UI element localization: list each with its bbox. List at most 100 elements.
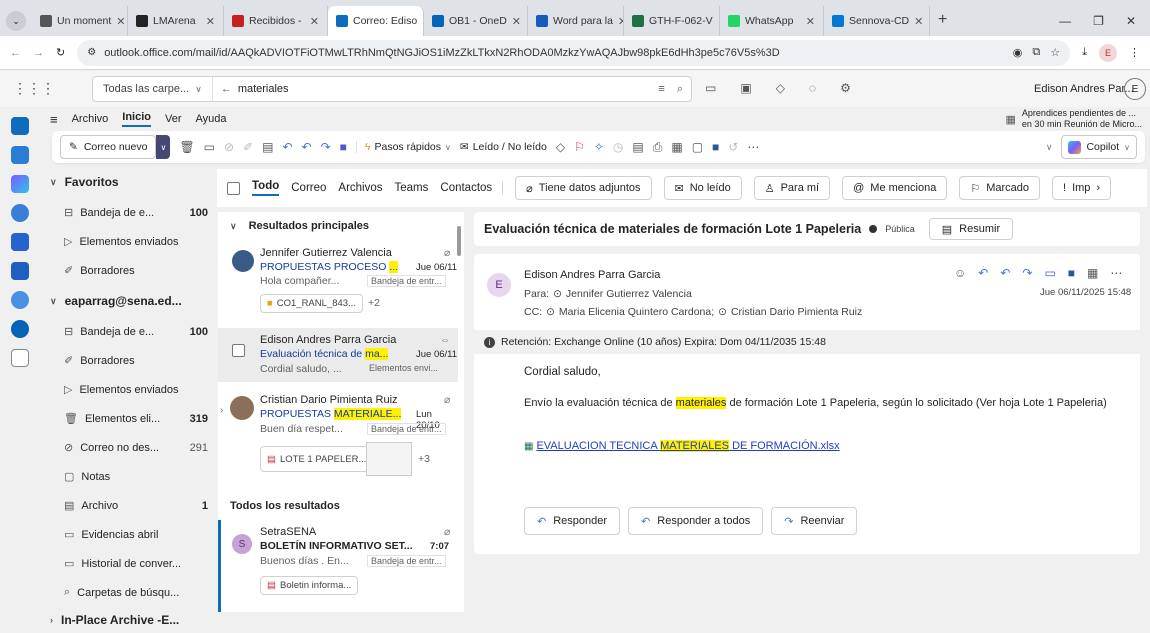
browser-tab[interactable]: WhatsApp ✕	[720, 6, 824, 36]
filter-tab-contactos[interactable]: Contactos	[440, 182, 504, 194]
back-icon[interactable]: ←	[10, 47, 21, 59]
sweep-icon[interactable]: ✐	[243, 140, 253, 154]
reply-all-button[interactable]: ↶ Responder a todos	[628, 507, 764, 535]
chip-attachments[interactable]: ⌀ Tiene datos adjuntos	[515, 176, 652, 200]
flag-icon[interactable]: ⚐	[574, 140, 585, 154]
folder-item[interactable]: ⊟ Bandeja de e... 100	[40, 317, 214, 346]
browser-tab[interactable]: LMArena ✕	[128, 6, 224, 36]
cc-recipient[interactable]: Maria Elicenia Quintero Cardona;	[559, 306, 714, 318]
feedback-icon[interactable]: ◇	[776, 81, 785, 95]
menu-ayuda[interactable]: Ayuda	[196, 113, 227, 125]
user-avatar[interactable]: E	[1124, 78, 1146, 100]
filter-tab-teams[interactable]: Teams	[395, 182, 429, 194]
menu-archivo[interactable]: Archivo	[72, 113, 109, 125]
message-checkbox[interactable]	[232, 344, 245, 357]
archive-action-icon[interactable]: ▭	[204, 140, 215, 154]
apps-grid-icon[interactable]: ▦	[671, 140, 682, 154]
user-name[interactable]: Edison Andres Par...	[1034, 83, 1134, 95]
browser-tab[interactable]: OB1 - OneD ✕	[424, 6, 528, 36]
download-icon[interactable]: ⤓	[1082, 46, 1087, 59]
calendar-icon[interactable]	[11, 146, 29, 164]
reply-icon[interactable]: ↶	[978, 266, 988, 280]
tab-close-icon[interactable]: ✕	[206, 15, 215, 28]
folder-item[interactable]: ▷ Elementos enviados	[40, 227, 214, 256]
settings-gear-icon[interactable]: ⚙	[840, 81, 851, 95]
snooze-icon[interactable]: ◷	[613, 140, 623, 154]
chip-important[interactable]: ! Imp ›	[1052, 176, 1112, 200]
filter-tab-archivos[interactable]: Archivos	[338, 182, 382, 194]
address-bar[interactable]: ⚙ outlook.office.com/mail/id/AAQkADVIOTF…	[77, 39, 1071, 66]
cast-icon[interactable]: ⧉	[1032, 46, 1040, 59]
todo-icon[interactable]	[11, 233, 29, 251]
browser-tab[interactable]: Sennova-CD ✕	[824, 6, 930, 36]
chip-unread[interactable]: ✉ No leído	[663, 176, 742, 200]
favorites-header[interactable]: ∨ Favoritos	[40, 166, 214, 198]
attachment-thumbnail[interactable]	[366, 442, 412, 476]
summarize-button[interactable]: ▤ Resumir	[928, 218, 1014, 240]
tab-search-icon[interactable]: ⌄	[6, 11, 26, 31]
chip-to-me[interactable]: ♙ Para mí	[753, 176, 831, 200]
archive-header[interactable]: › In-Place Archive -E...	[40, 607, 214, 633]
more-apps-icon[interactable]	[11, 349, 29, 367]
menu-inicio[interactable]: Inicio	[122, 111, 152, 127]
reply-all-icon[interactable]: ↶	[302, 140, 312, 154]
forward-icon[interactable]: →	[33, 47, 44, 59]
copilot-button[interactable]: Copilot ∨	[1061, 135, 1137, 159]
folder-item[interactable]: ▷ Elementos enviados	[40, 375, 214, 404]
account-header[interactable]: ∨ eaparrag@sena.ed...	[40, 285, 214, 317]
browser-tab[interactable]: Word para la✕	[528, 6, 624, 36]
reply-icon[interactable]: ↶	[282, 140, 292, 154]
forward-icon[interactable]: ↷	[1022, 266, 1032, 280]
list-scrollbar[interactable]	[457, 226, 461, 256]
browser-tab[interactable]: Un moment ✕	[32, 6, 128, 36]
app-launcher-icon[interactable]: ⋮⋮⋮	[13, 80, 55, 97]
more-options-icon[interactable]: ⋯	[747, 140, 759, 154]
attachment-chip[interactable]: ▤ Boletin informa...	[260, 576, 359, 595]
tab-close-icon[interactable]: ✕	[512, 15, 521, 28]
site-info-icon[interactable]: ⚙	[87, 47, 96, 58]
notification-bell-icon[interactable]: ◌	[809, 81, 816, 95]
browser-menu-icon[interactable]: ⋮	[1129, 46, 1140, 59]
bookmark-star-icon[interactable]: ☆	[1050, 46, 1060, 59]
chip-mentions[interactable]: @ Me menciona	[842, 176, 948, 200]
restore-icon[interactable]: ❐	[1093, 14, 1104, 28]
message-item[interactable]: › Cristian Dario Pimienta Ruiz ⌀ PROPUES…	[218, 388, 458, 490]
delete-icon[interactable]: 🗑	[179, 140, 194, 154]
mail-icon[interactable]	[11, 117, 29, 135]
more-icon[interactable]: ⋯	[1110, 266, 1122, 280]
reminder[interactable]: ▦ Aprendices pendientes de ... en 30 min…	[1006, 108, 1142, 130]
attachment-chip[interactable]: ▤ LOTE 1 PAPELER...	[260, 446, 374, 472]
section-top-results[interactable]: ∨ Resultados principales	[230, 220, 369, 232]
folder-item[interactable]: ✐ Borradores	[40, 346, 214, 375]
tab-close-icon[interactable]: ✕	[806, 15, 815, 28]
cc-recipient[interactable]: Cristian Dario Pimienta Ruiz	[731, 306, 862, 318]
people-icon[interactable]	[11, 204, 29, 222]
quick-steps-button[interactable]: ϟ Pasos rápidos ∨	[355, 141, 451, 153]
search-icon[interactable]: ⌕	[677, 83, 683, 96]
search-scope-select[interactable]: Todas las carpe... ∨	[93, 77, 213, 101]
folder-item[interactable]: ▢ Notas	[40, 462, 214, 491]
categorize-icon[interactable]: ◇	[556, 140, 565, 154]
folder-item[interactable]: ⊟ Bandeja de e... 100	[40, 198, 214, 227]
search-filter-icon[interactable]: ≡	[658, 83, 664, 96]
report-icon[interactable]: ⊘	[224, 140, 234, 154]
folder-item[interactable]: ⊘ Correo no des... 291	[40, 433, 214, 462]
folder-item[interactable]: 🗑 Elementos eli... 319	[40, 404, 214, 433]
translate-icon[interactable]: ■	[1068, 266, 1075, 280]
message-item[interactable]: Jennifer Gutierrez Valencia ⌀ PROPUESTAS…	[218, 244, 458, 328]
org-explorer-icon[interactable]	[11, 291, 29, 309]
message-item-selected[interactable]: Edison Andres Parra Garcia ⇔ Evaluación …	[218, 328, 458, 382]
onedrive-cloud-icon[interactable]	[11, 320, 29, 338]
undo-icon[interactable]: ↺	[728, 140, 738, 154]
rules-icon[interactable]: ▤	[632, 140, 643, 154]
select-all-checkbox[interactable]	[227, 181, 240, 195]
expand-thread-icon[interactable]: ›	[220, 404, 224, 416]
folder-item[interactable]: ✐ Borradores	[40, 256, 214, 285]
tab-close-icon[interactable]: ✕	[310, 15, 319, 28]
folder-item[interactable]: ▭ Evidencias abril	[40, 520, 214, 549]
attachment-chip[interactable]: ■ CO1_RANL_843...	[260, 294, 363, 313]
folder-item[interactable]: ▤ Archivo 1	[40, 491, 214, 520]
forward-mail-icon[interactable]: ↷	[321, 140, 331, 154]
filter-tab-correo[interactable]: Correo	[291, 182, 326, 194]
immersive-reader-icon[interactable]: ▢	[692, 140, 703, 154]
